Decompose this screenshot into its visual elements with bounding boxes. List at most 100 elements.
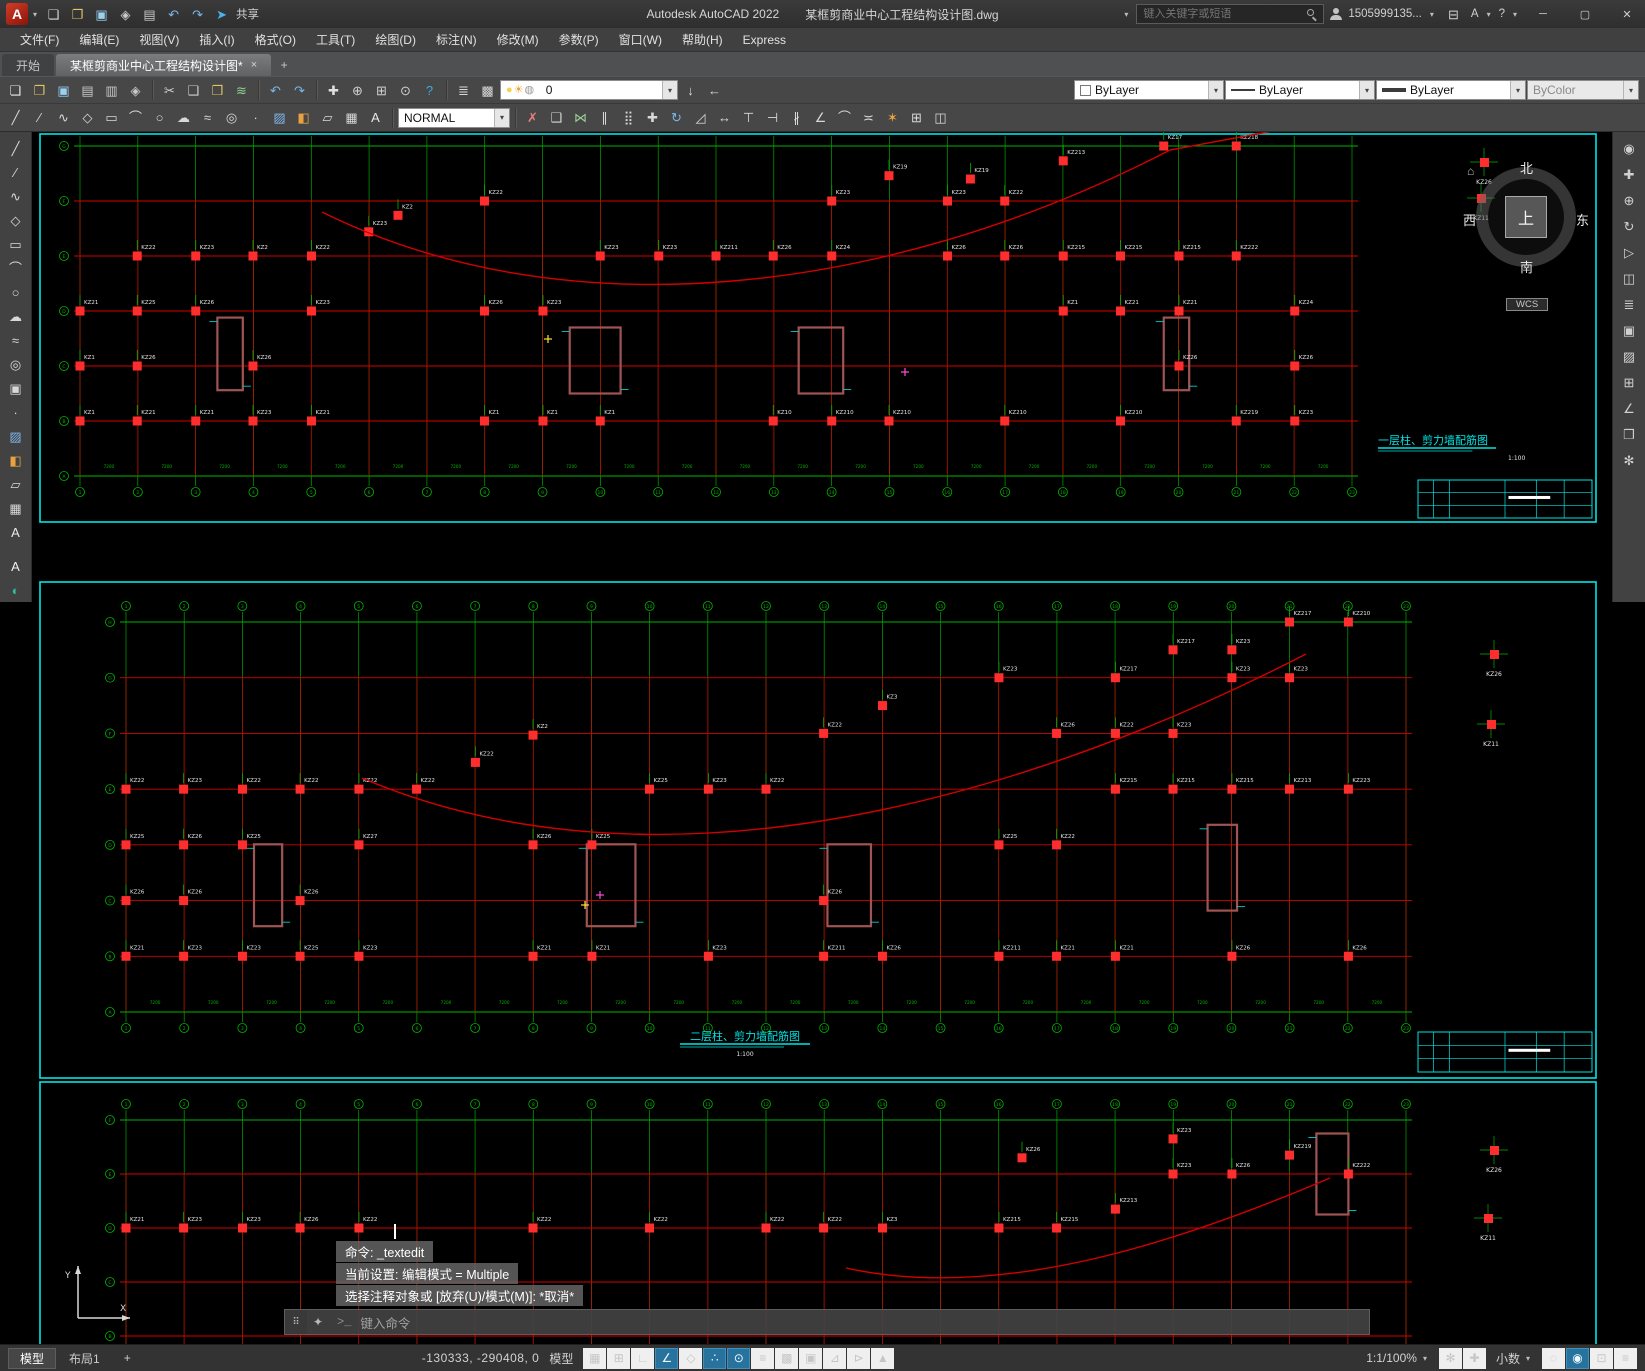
annotation-scale-caret-icon[interactable]: ▾ <box>1423 1354 1427 1363</box>
clean-screen-icon[interactable]: ⊡ <box>1590 1347 1613 1369</box>
share-label[interactable]: 共享 <box>236 6 259 22</box>
arc-tool-icon[interactable]: ⌒ <box>4 257 27 280</box>
autodesk-app-caret-icon[interactable]: ▾ <box>1487 10 1491 19</box>
trim-icon[interactable]: ⊤ <box>737 106 760 129</box>
snap-mode-icon[interactable]: ⊞ <box>607 1347 631 1369</box>
command-drag-handle-icon[interactable]: ⠿ <box>285 1310 307 1334</box>
menu-format[interactable]: 格式(O) <box>245 28 306 51</box>
transparency-icon[interactable]: ▩ <box>775 1347 799 1369</box>
menu-file[interactable]: 文件(F) <box>10 28 69 51</box>
multileader-style-arrow-icon[interactable]: ▾ <box>494 108 509 127</box>
menu-modify[interactable]: 修改(M) <box>487 28 549 51</box>
undo-tool-icon[interactable]: ↶ <box>264 79 287 102</box>
spline-icon[interactable]: ≈ <box>196 106 219 129</box>
layers-palette-icon[interactable]: ≣ <box>1618 293 1641 316</box>
multiline-text-icon[interactable]: A <box>364 106 387 129</box>
properties-palette-icon[interactable]: ◫ <box>1618 267 1641 290</box>
units-control[interactable]: 小数 ▾ <box>1488 1350 1540 1367</box>
paste-special-icon[interactable]: ❒ <box>1618 423 1641 446</box>
break-icon[interactable]: ∦ <box>785 106 808 129</box>
save-icon[interactable]: ▣ <box>90 3 113 26</box>
units-caret-icon[interactable]: ▾ <box>1526 1354 1530 1363</box>
menu-tools[interactable]: 工具(T) <box>306 28 365 51</box>
ellipse-tool-icon[interactable]: ◎ <box>4 353 27 376</box>
menu-window[interactable]: 窗口(W) <box>609 28 672 51</box>
dynamic-ucs-icon[interactable]: ⊿ <box>823 1347 847 1369</box>
plotstyle-combo-arrow-icon[interactable]: ▾ <box>1623 81 1638 99</box>
command-line-bar[interactable]: ⠿ ✦ >_ 键入命令 <box>284 1309 1370 1335</box>
compass-home-icon[interactable]: ⌂ <box>1467 164 1474 178</box>
zoom-extents-icon[interactable]: ⊕ <box>1618 189 1641 212</box>
lineweight-combo[interactable]: ByLayer ▾ <box>1376 80 1526 100</box>
menu-view[interactable]: 视图(V) <box>129 28 189 51</box>
compass-south[interactable]: 南 <box>1520 257 1533 276</box>
plot-icon[interactable]: ▤ <box>138 3 161 26</box>
minimize-button[interactable]: ─ <box>1525 0 1561 28</box>
menu-parametric[interactable]: 参数(P) <box>549 28 609 51</box>
model-space-canvas[interactable]: 1 2 3 4 5 6 7 8 9 10 11 12 13 14 15 16 17 18 19 20 21 22 23 G F E… <box>0 132 1645 1344</box>
graphics-performance-icon[interactable]: ◉ <box>1566 1347 1589 1369</box>
explode-icon[interactable]: ✶ <box>881 106 904 129</box>
region-tool-icon[interactable]: ▱ <box>4 473 27 496</box>
rectangle-icon[interactable]: ▭ <box>100 106 123 129</box>
polygon-icon[interactable]: ◇ <box>76 106 99 129</box>
qnew-icon[interactable]: ❏ <box>42 3 65 26</box>
search-scope-caret-icon[interactable]: ▾ <box>1124 10 1128 19</box>
pan-realtime-icon[interactable]: ✚ <box>322 79 345 102</box>
object-snap-icon[interactable]: ⊙ <box>727 1347 751 1369</box>
save-as-icon[interactable]: ◈ <box>114 3 137 26</box>
line-tool-icon[interactable]: ╱ <box>4 137 27 160</box>
customization-icon[interactable]: ≡ <box>1614 1347 1637 1369</box>
erase-icon[interactable]: ✗ <box>521 106 544 129</box>
linetype-combo[interactable]: ByLayer ▾ <box>1225 80 1375 100</box>
undo-icon[interactable]: ↶ <box>162 3 185 26</box>
add-annotation-scales-icon[interactable]: ✚ <box>1462 1347 1486 1369</box>
dynamic-input-icon[interactable]: ⊳ <box>847 1347 871 1369</box>
copy-clip-icon[interactable]: ❑ <box>182 79 205 102</box>
app-menu-caret-icon[interactable]: ▾ <box>33 10 37 19</box>
selection-cycling-icon[interactable]: ▣ <box>799 1347 823 1369</box>
command-customize-icon[interactable]: ✦ <box>307 1310 329 1334</box>
account-label[interactable]: 1505999135... <box>1348 8 1422 20</box>
object-snap-tracking-icon[interactable]: ∴ <box>703 1347 727 1369</box>
menu-edit[interactable]: 编辑(E) <box>69 28 129 51</box>
wcs-badge[interactable]: WCS <box>1506 298 1549 311</box>
close-button[interactable]: ✕ <box>1609 0 1645 28</box>
make-object-layer-current-icon[interactable]: ↓ <box>679 79 702 102</box>
line-icon[interactable]: ╱ <box>4 106 27 129</box>
help-search-box[interactable] <box>1136 4 1325 24</box>
search-icon[interactable] <box>1307 9 1318 21</box>
tab-start[interactable]: 开始 <box>2 54 55 76</box>
plot-drawing-icon[interactable]: ▤ <box>76 79 99 102</box>
help-circle-icon[interactable]: ? <box>418 79 441 102</box>
mirror-icon[interactable]: ⋈ <box>569 106 592 129</box>
polar-tracking-icon[interactable]: ∠ <box>655 1347 679 1369</box>
maximize-button[interactable]: ▢ <box>1567 0 1603 28</box>
linetype-combo-arrow-icon[interactable]: ▾ <box>1359 81 1374 99</box>
showmotion-icon[interactable]: ▷ <box>1618 241 1641 264</box>
account-caret-icon[interactable]: ▾ <box>1430 10 1434 19</box>
revision-cloud-icon[interactable]: ☁ <box>172 106 195 129</box>
redo-icon[interactable]: ↷ <box>186 3 209 26</box>
compass-top-face[interactable]: 上 <box>1505 196 1547 238</box>
match-properties-icon[interactable]: ≋ <box>230 79 253 102</box>
app-logo[interactable]: A <box>6 3 28 25</box>
table-icon[interactable]: ▦ <box>340 106 363 129</box>
autodesk-app-label[interactable]: A <box>1471 8 1479 20</box>
text-style-icon[interactable]: A <box>4 555 27 578</box>
multileader-style-combo[interactable]: NORMAL ▾ <box>398 107 510 128</box>
array-icon[interactable]: ⣿ <box>617 106 640 129</box>
color-combo[interactable]: ByLayer ▾ <box>1074 80 1224 100</box>
compass-east[interactable]: 东 <box>1576 210 1589 229</box>
properties-icon[interactable]: ◫ <box>929 106 952 129</box>
extend-icon[interactable]: ⊣ <box>761 106 784 129</box>
cad-drawing[interactable]: 1 2 3 4 5 6 7 8 9 10 11 12 13 14 15 16 17 18 19 20 21 22 23GFE… <box>0 132 1645 1344</box>
zoom-realtime-icon[interactable]: ⊕ <box>346 79 369 102</box>
layer-combo[interactable]: ● ☀ ◍ ■ 0 ▾ <box>500 80 678 100</box>
view-compass[interactable]: 上 北 南 西 东 ⌂ <box>1463 161 1589 275</box>
open-drawing-icon[interactable]: ❐ <box>28 79 51 102</box>
insert-block-tool-icon[interactable]: ▣ <box>4 377 27 400</box>
point-tool-icon[interactable]: ∙ <box>4 401 27 424</box>
settings-palette-icon[interactable]: ✻ <box>1618 449 1641 472</box>
zoom-window-icon[interactable]: ⊞ <box>370 79 393 102</box>
